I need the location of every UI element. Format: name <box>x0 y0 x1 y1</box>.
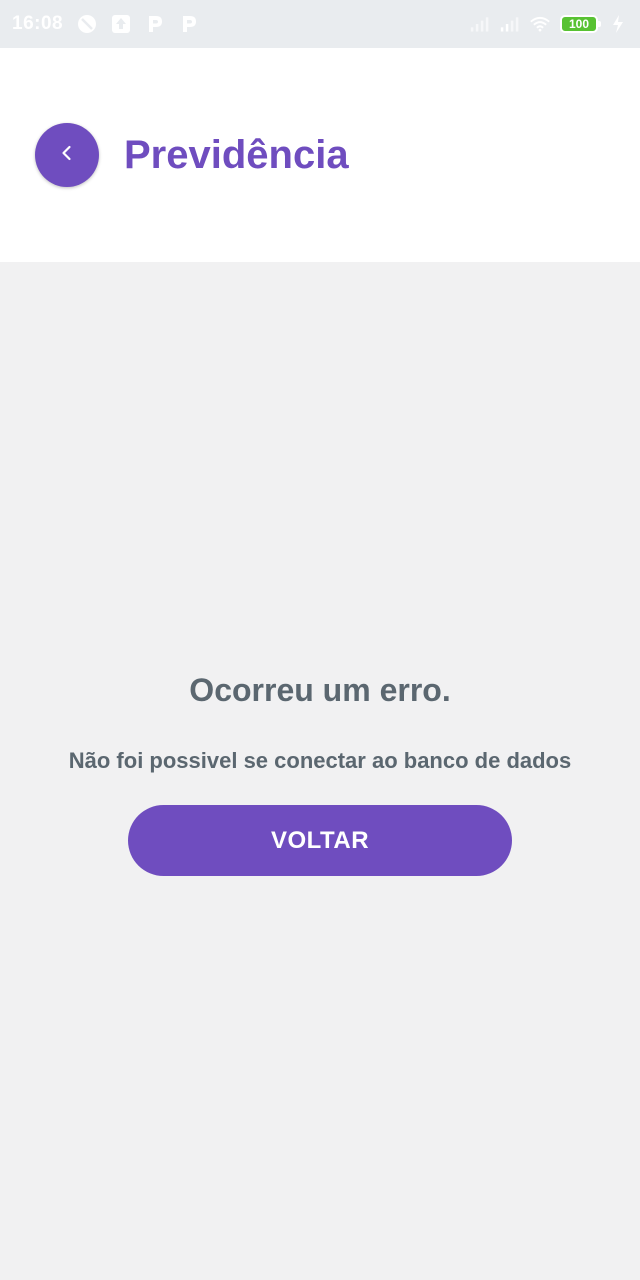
do-not-disturb-icon <box>77 14 97 34</box>
error-message: Não foi possivel se conectar ao banco de… <box>68 748 572 773</box>
parking-p-icon <box>145 14 165 34</box>
chevron-left-icon <box>57 143 77 168</box>
charging-icon <box>608 14 628 34</box>
app-header: Previdência <box>0 48 640 262</box>
back-button[interactable] <box>35 123 99 187</box>
status-icons-right: 100 <box>470 14 628 34</box>
parking-p-icon <box>179 14 199 34</box>
page-title: Previdência <box>124 133 349 177</box>
error-title: Ocorreu um erro. <box>189 672 451 708</box>
error-state: Ocorreu um erro. Não foi possivel se con… <box>0 262 640 1280</box>
upload-icon <box>111 14 131 34</box>
signal-icon <box>470 14 490 34</box>
voltar-button[interactable]: VOLTAR <box>128 805 512 876</box>
wifi-icon <box>530 14 550 34</box>
battery-icon: 100 <box>560 15 601 33</box>
status-bar: 16:08 100 <box>0 0 640 48</box>
status-time: 16:08 <box>12 13 64 34</box>
battery-level: 100 <box>568 17 590 31</box>
status-icons-left <box>77 14 199 34</box>
signal-icon <box>500 14 520 34</box>
